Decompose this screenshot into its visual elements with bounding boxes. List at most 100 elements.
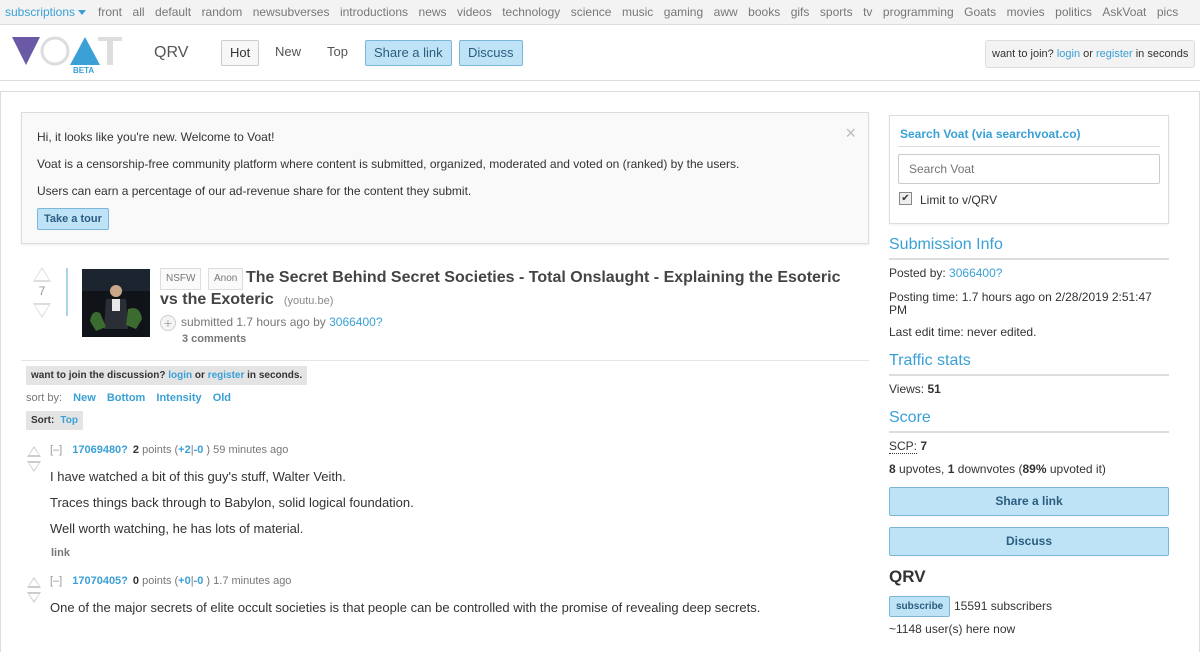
- sort-by-label: sort by:: [26, 392, 63, 404]
- subverse-link[interactable]: AskVoat: [1102, 5, 1146, 19]
- search-input[interactable]: [898, 154, 1160, 184]
- comment-downvote-icon[interactable]: [27, 592, 41, 603]
- video-thumbnail[interactable]: [82, 269, 150, 337]
- discussion-register-link[interactable]: register: [208, 370, 245, 381]
- comment-author[interactable]: 17070405?: [72, 575, 128, 587]
- welcome-line-3: Users can earn a percentage of our ad-re…: [37, 184, 472, 198]
- posted-by: Posted by: 3066400?: [889, 267, 1169, 280]
- discuss-button[interactable]: Discuss: [459, 40, 523, 66]
- comment-line: Well worth watching, he has lots of mate…: [50, 521, 304, 536]
- take-tour-button[interactable]: Take a tour: [37, 208, 109, 230]
- subverse-link[interactable]: technology: [502, 5, 560, 19]
- comment-downvote-icon[interactable]: [27, 461, 41, 472]
- subverse-link[interactable]: gifs: [791, 5, 810, 19]
- logo-badge: BETA: [73, 66, 94, 75]
- subverse-link[interactable]: front: [98, 5, 122, 19]
- downvote-arrow-icon[interactable]: [33, 303, 51, 318]
- subverse-link[interactable]: sports: [820, 5, 853, 19]
- sort-top[interactable]: Top: [60, 415, 78, 426]
- subverse-name[interactable]: QRV: [154, 44, 188, 62]
- welcome-box: Hi, it looks like you're new. Welcome to…: [21, 112, 869, 244]
- subscriber-count: 15591 subscribers: [954, 599, 1053, 613]
- subverse-link[interactable]: newsubverses: [253, 5, 330, 19]
- traffic-stats-heading: Traffic stats: [889, 352, 1169, 376]
- sort-bottom[interactable]: Bottom: [107, 392, 146, 404]
- voat-logo[interactable]: BETA: [10, 35, 125, 77]
- views-label: Views:: [889, 382, 925, 396]
- upvotes-label: upvotes,: [899, 462, 945, 476]
- subscriptions-menu[interactable]: subscriptions: [5, 5, 87, 19]
- login-link[interactable]: login: [1057, 48, 1080, 60]
- subverse-link[interactable]: videos: [457, 5, 492, 19]
- permalink[interactable]: link: [51, 547, 70, 559]
- sort-intensity[interactable]: Intensity: [156, 392, 201, 404]
- submission-title: The Secret Behind Secret Societies - Tot…: [160, 267, 860, 312]
- subverse-link[interactable]: books: [748, 5, 780, 19]
- downvotes-count: 1: [947, 462, 955, 476]
- upvote-arrow-icon[interactable]: [33, 267, 51, 282]
- scp: SCP: 7: [889, 439, 1169, 454]
- submission-info-heading: Submission Info: [889, 236, 1169, 260]
- upvotes-count: 8: [889, 462, 896, 476]
- share-link-button[interactable]: Share a link: [365, 40, 452, 66]
- sort-old[interactable]: Old: [213, 392, 231, 404]
- limit-label: Limit to v/QRV: [920, 193, 998, 207]
- subverse-link[interactable]: all: [133, 5, 145, 19]
- subverse-link[interactable]: Goats: [964, 5, 996, 19]
- collapse-toggle[interactable]: [–]: [50, 575, 62, 587]
- points-label: points (: [142, 575, 179, 587]
- subverse-links: front all default random newsubverses introdu…: [98, 5, 1189, 19]
- subverse-link[interactable]: science: [571, 5, 612, 19]
- subverse-link[interactable]: politics: [1055, 5, 1092, 19]
- expand-icon[interactable]: +: [160, 315, 176, 331]
- comment-upvote-icon[interactable]: [27, 446, 41, 457]
- subverse-link[interactable]: programming: [883, 5, 954, 19]
- subverse-link[interactable]: gaming: [664, 5, 703, 19]
- close-icon[interactable]: ×: [845, 123, 856, 144]
- join-discussion-box: want to join the discussion? login or re…: [26, 366, 308, 385]
- subscribe-button[interactable]: subscribe: [889, 596, 951, 617]
- downvotes-label: downvotes (: [957, 462, 1023, 476]
- subverse-link[interactable]: tv: [863, 5, 872, 19]
- join-box: want to join? login or register in secon…: [985, 40, 1196, 68]
- discussion-login-link[interactable]: login: [168, 370, 192, 381]
- subverse-link[interactable]: random: [202, 5, 243, 19]
- tab-hot[interactable]: Hot: [221, 40, 260, 66]
- upvote-count: +2: [178, 444, 191, 456]
- collapse-toggle[interactable]: [–]: [50, 444, 62, 456]
- sidebar-subverse-name: QRV: [889, 567, 926, 586]
- submission-score: 7: [38, 284, 46, 298]
- submission-domain[interactable]: (youtu.be): [284, 295, 334, 307]
- subverse-link[interactable]: introductions: [340, 5, 408, 19]
- users-here-now: ~1148 user(s) here now: [889, 622, 1016, 636]
- submission-title-link[interactable]: The Secret Behind Secret Societies - Tot…: [160, 269, 841, 308]
- comment-upvote-icon[interactable]: [27, 577, 41, 588]
- tab-top[interactable]: Top: [319, 40, 356, 64]
- subverse-link[interactable]: default: [155, 5, 191, 19]
- subverse-link[interactable]: news: [419, 5, 447, 19]
- sidebar-share-link-button[interactable]: Share a link: [889, 487, 1169, 516]
- subverse-link[interactable]: movies: [1007, 5, 1045, 19]
- sort-new[interactable]: New: [73, 392, 96, 404]
- register-link[interactable]: register: [1096, 48, 1133, 60]
- subverse-link[interactable]: aww: [714, 5, 738, 19]
- tab-new[interactable]: New: [267, 40, 309, 64]
- comment-author[interactable]: 17069480?: [72, 444, 128, 456]
- author-link[interactable]: 3066400?: [329, 315, 382, 329]
- comments-link[interactable]: 3 comments: [182, 333, 246, 345]
- divider: [898, 146, 1160, 147]
- subverse-link[interactable]: pics: [1157, 5, 1178, 19]
- comment-points: 0: [132, 575, 140, 587]
- search-title[interactable]: Search Voat (via searchvoat.co): [900, 127, 1081, 141]
- sort-by: sort by: New Bottom Intensity Old: [26, 392, 231, 404]
- sidebar-discuss-button[interactable]: Discuss: [889, 527, 1169, 556]
- downvote-count: -0: [193, 575, 204, 587]
- upvoted-label: upvoted it): [1049, 462, 1106, 476]
- limit-checkbox[interactable]: ✔: [899, 192, 912, 205]
- comment-header: [–] 17070405? 0 points (+0|-0 ) 1.7 minute…: [50, 575, 291, 587]
- posted-by-link[interactable]: 3066400?: [949, 266, 1002, 280]
- post-marker: [66, 268, 68, 316]
- subscriptions-label: subscriptions: [5, 5, 76, 19]
- subverse-link[interactable]: music: [622, 5, 653, 19]
- points-label: points (: [142, 444, 179, 456]
